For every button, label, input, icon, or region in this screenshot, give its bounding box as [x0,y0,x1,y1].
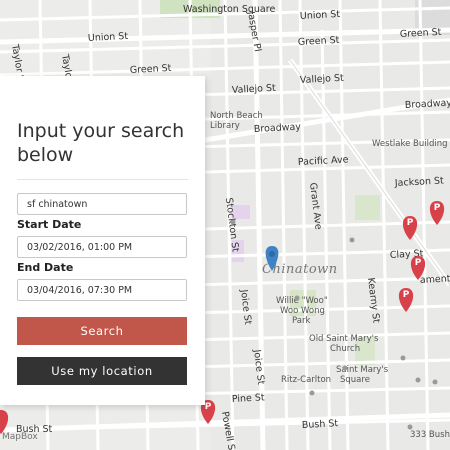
end-date-label: End Date [17,261,74,274]
parking-badge: P [415,258,422,268]
place-label: 333 Bush [410,430,450,440]
use-my-location-button[interactable]: Use my location [17,357,187,385]
parking-badge: P [434,203,441,213]
street-label: Vallejo St [300,73,345,86]
street-label: Washington Square [183,4,275,15]
place-label: Library [210,121,240,131]
place-label: Church [330,344,360,354]
street-label: Pine St [232,392,266,405]
end-date-input[interactable]: 03/04/2016, 07:30 PM [17,279,187,301]
place-label: North Beach [210,111,263,121]
search-button[interactable]: Search [17,317,187,345]
place-label: Park [292,316,310,326]
street-label: Vallejo St [232,83,277,96]
place-label: Ritz-Carlton [281,375,331,385]
street-label: Green St [130,63,172,76]
divider [17,179,188,180]
place-label: Woo Wong [280,306,325,316]
parking-badge: P [403,290,410,300]
parking-badge: P [407,218,414,228]
street-label: amento [420,273,450,286]
location-search-input[interactable]: sf chinatown [17,193,187,215]
map-attribution[interactable]: MapBox [2,432,38,442]
search-panel: Input your search below sf chinatown Sta… [0,76,205,405]
place-label: Willie "Woo" [276,296,328,306]
panel-title: Input your search below [17,120,185,166]
street-label: Green St [298,35,340,48]
street-label: Union St [300,9,341,22]
street-label: Broadway [405,98,450,111]
parking-badge: P [205,402,212,412]
start-date-label: Start Date [17,218,82,231]
street-label: Union St [88,31,129,44]
place-label: Westlake Building [372,139,448,149]
place-label: Square [340,375,370,385]
street-label: Bush St [302,418,339,431]
place-label: Old Saint Mary's [309,334,379,344]
start-date-input[interactable]: 03/02/2016, 01:00 PM [17,236,187,258]
street-label: Green St [400,27,442,40]
